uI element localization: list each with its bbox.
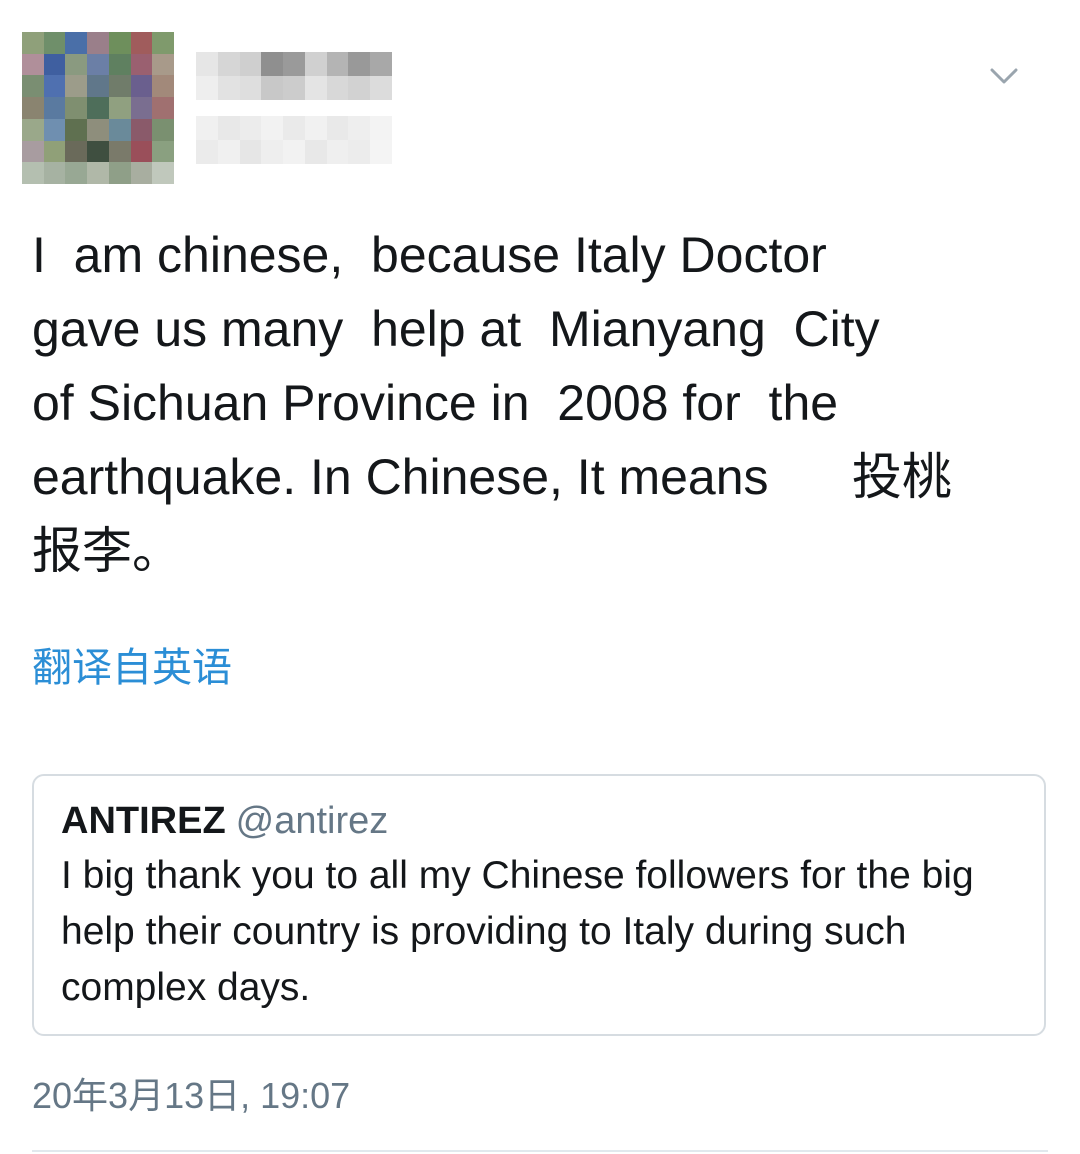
quoted-tweet-header: ANTIREZ @antirez — [61, 798, 388, 844]
tweet-menu-button[interactable] — [980, 56, 1028, 96]
author-handle-blurred[interactable] — [196, 116, 392, 164]
quoted-tweet-text: I big thank you to all my Chinese follow… — [61, 854, 974, 1009]
translate-link[interactable]: 翻译自英语 — [32, 642, 232, 694]
divider — [32, 1150, 1048, 1152]
quoted-author-handle: @antirez — [235, 800, 389, 842]
chevron-down-icon — [990, 68, 1018, 84]
tweet-text: I am chinese, because Italy Doctor gave … — [32, 227, 952, 579]
author-name-blurred[interactable] — [196, 52, 392, 100]
quoted-author-name: ANTIREZ — [61, 800, 226, 842]
quoted-tweet[interactable]: ANTIREZ @antirez I big thank you to all m… — [32, 774, 1046, 1036]
author-avatar[interactable] — [22, 32, 174, 184]
tweet-timestamp[interactable]: 20年3月13日, 19:07 — [32, 1074, 350, 1118]
